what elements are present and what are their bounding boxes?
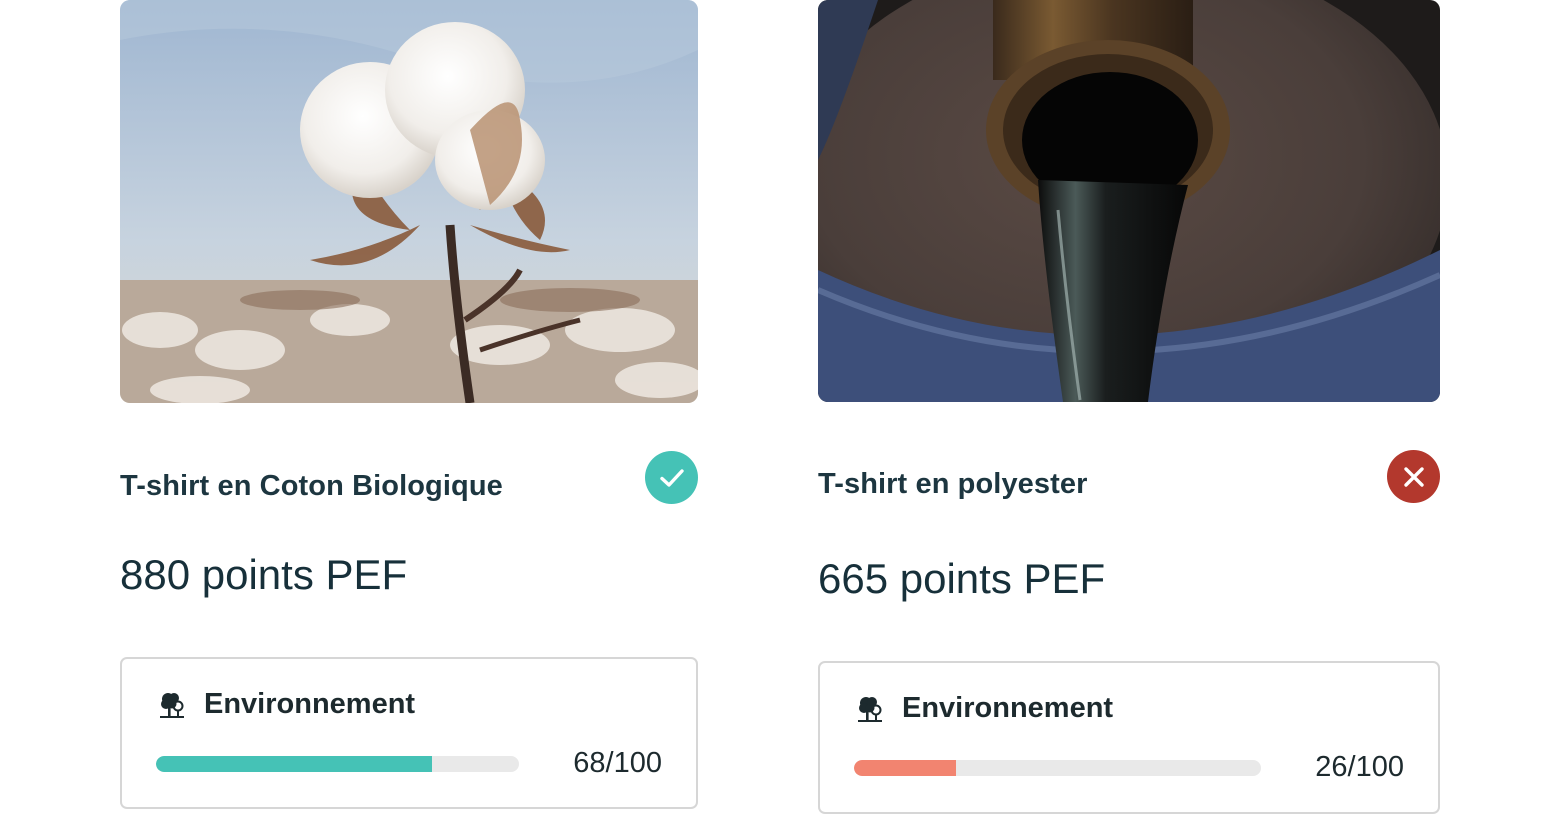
pef-score: 880 points PEF xyxy=(120,551,408,598)
pef-score: 665 points PEF xyxy=(818,555,1106,602)
tree-icon xyxy=(160,692,184,718)
category-label: Environnement xyxy=(902,692,1114,724)
product-title: T-shirt en polyester xyxy=(818,468,1088,500)
cotton-photo xyxy=(120,0,698,403)
environment-panel: Environnement 26/100 xyxy=(818,661,1440,814)
environment-score-bar xyxy=(156,756,519,772)
close-icon xyxy=(1387,450,1440,503)
category-label: Environnement xyxy=(204,688,416,720)
environment-score: 26/100 xyxy=(1315,751,1404,783)
environment-score-bar-fill xyxy=(156,756,432,772)
oil-photo xyxy=(818,0,1440,402)
environment-score-bar xyxy=(854,760,1261,776)
tree-icon xyxy=(858,696,882,722)
environment-score-bar-fill xyxy=(854,760,956,776)
product-title: T-shirt en Coton Biologique xyxy=(120,470,503,502)
environment-score: 68/100 xyxy=(573,747,662,779)
environment-panel: Environnement 68/100 xyxy=(120,657,698,809)
check-icon xyxy=(645,451,698,504)
